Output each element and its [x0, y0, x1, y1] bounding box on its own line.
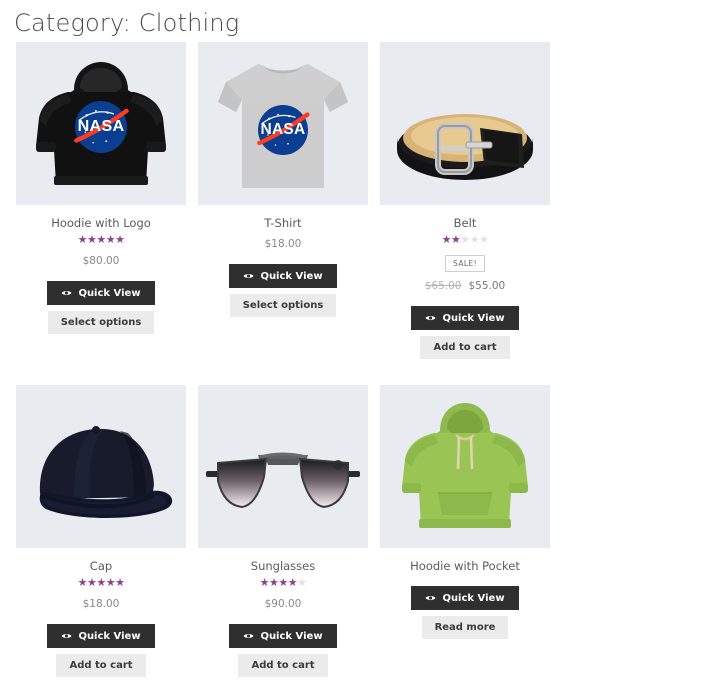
quick-view-button[interactable]: Quick View	[229, 624, 337, 648]
product-title[interactable]: Cap	[90, 559, 112, 573]
product-price: $65.00 $55.00	[425, 280, 506, 293]
product-card: NASA Hoodie with Logo ★★★★★ $80.00 Quick V…	[16, 42, 186, 359]
rating-star: ★	[77, 234, 88, 246]
product-action-button[interactable]: Select options	[229, 294, 337, 317]
product-title[interactable]: Hoodie with Pocket	[410, 559, 520, 573]
rating-star: ★	[278, 577, 288, 589]
rating-star: ★	[450, 234, 461, 246]
rating-star: ★	[441, 234, 452, 246]
product-grid: NASA Hoodie with Logo ★★★★★ $80.00 Quick V…	[0, 42, 719, 696]
quick-view-label: Quick View	[260, 630, 323, 642]
product-card: Cap ★★★★★ $18.00 Quick View Add to cart	[16, 385, 186, 677]
product-price: $90.00	[264, 598, 302, 610]
product-category-page: Category: Clothing NASA Hoodie with Logo…	[0, 0, 719, 696]
product-card: Hoodie with Pocket Quick View Read more	[380, 385, 550, 677]
product-price: $18.00	[82, 598, 120, 610]
product-title[interactable]: T-Shirt	[264, 216, 301, 230]
rating-star: ★	[86, 234, 97, 246]
product-rating: ★★★★★	[260, 578, 307, 590]
rating-star: ★	[460, 234, 470, 246]
rating-star: ★	[259, 577, 270, 589]
eye-icon	[425, 314, 436, 322]
product-action-button[interactable]: Add to cart	[420, 336, 510, 359]
product-rating: ★★★★★	[78, 578, 125, 590]
product-action-button[interactable]: Select options	[47, 311, 155, 334]
product-action-button[interactable]: Add to cart	[238, 654, 328, 677]
quick-view-button[interactable]: Quick View	[411, 306, 519, 330]
rating-star: ★	[105, 577, 116, 589]
product-image-grey-tshirt-nasa-logo[interactable]: NASA	[198, 42, 368, 205]
quick-view-label: Quick View	[442, 312, 505, 324]
rating-star: ★	[105, 234, 116, 246]
product-image-green-hoodie-pocket[interactable]	[380, 385, 550, 548]
quick-view-button[interactable]: Quick View	[47, 281, 155, 305]
product-image-navy-baseball-cap[interactable]	[16, 385, 186, 548]
svg-text:NASA: NASA	[261, 121, 306, 138]
sale-badge: SALE!	[445, 255, 485, 272]
product-price: $18.00	[264, 238, 302, 250]
new-price: $55.00	[468, 280, 506, 292]
quick-view-label: Quick View	[442, 592, 505, 604]
rating-star: ★	[268, 577, 279, 589]
product-title[interactable]: Belt	[454, 216, 477, 230]
eye-icon	[243, 272, 254, 280]
product-card: Belt ★★★★★ SALE! $65.00 $55.00 Quick View A…	[380, 42, 550, 359]
old-price: $65.00	[424, 280, 462, 292]
quick-view-button[interactable]: Quick View	[47, 624, 155, 648]
rating-star: ★	[96, 234, 106, 246]
eye-icon	[243, 632, 254, 640]
quick-view-label: Quick View	[78, 630, 141, 642]
svg-text:NASA: NASA	[78, 117, 125, 135]
quick-view-button[interactable]: Quick View	[229, 264, 337, 288]
rating-star: ★	[469, 234, 480, 246]
product-action-button[interactable]: Read more	[421, 616, 509, 639]
rating-star: ★	[297, 577, 307, 589]
product-rating: ★★★★★	[442, 235, 489, 247]
eye-icon	[61, 289, 72, 297]
rating-star: ★	[86, 577, 97, 589]
product-card: NASA T-Shirt $18.00 Quick View Select opt…	[198, 42, 368, 359]
rating-star: ★	[96, 577, 106, 589]
rating-star: ★	[77, 577, 88, 589]
page-title: Category: Clothing	[14, 9, 240, 37]
quick-view-button[interactable]: Quick View	[411, 586, 519, 610]
product-title[interactable]: Hoodie with Logo	[51, 216, 151, 230]
product-title[interactable]: Sunglasses	[251, 559, 315, 573]
product-image-aviator-sunglasses[interactable]	[198, 385, 368, 548]
quick-view-label: Quick View	[260, 270, 323, 282]
product-price: $80.00	[82, 255, 120, 267]
product-card: Sunglasses ★★★★★ $90.00 Quick View Add to …	[198, 385, 368, 677]
product-action-button[interactable]: Add to cart	[56, 654, 146, 677]
eye-icon	[61, 632, 72, 640]
product-image-black-hoodie-nasa-logo[interactable]: NASA	[16, 42, 186, 205]
rating-star: ★	[115, 577, 125, 589]
rating-star: ★	[115, 234, 125, 246]
rating-star: ★	[479, 234, 489, 246]
product-rating: ★★★★★	[78, 235, 125, 247]
product-image-black-leather-belt[interactable]	[380, 42, 550, 205]
rating-star: ★	[287, 577, 298, 589]
eye-icon	[425, 594, 436, 602]
quick-view-label: Quick View	[78, 287, 141, 299]
